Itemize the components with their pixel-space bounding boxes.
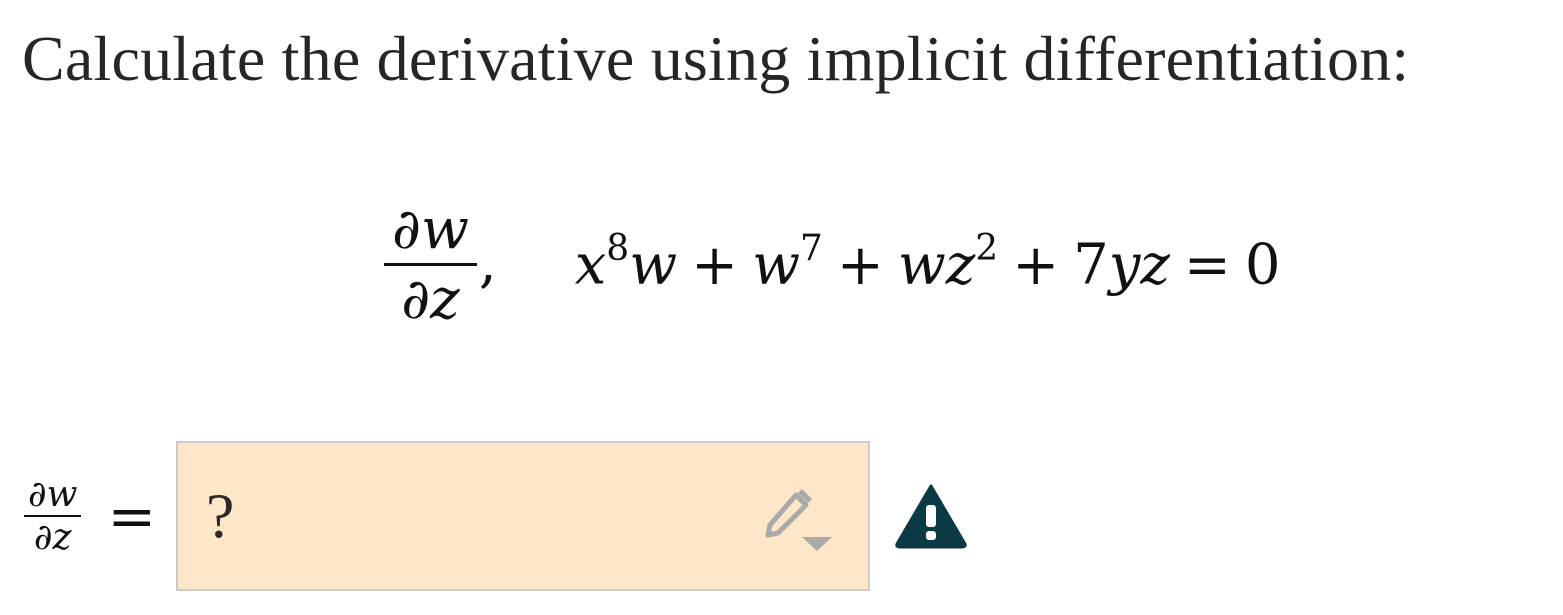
plus-sign: + [1012, 232, 1060, 298]
answer-value: ? [206, 480, 235, 551]
derivative-numerator: ∂w [392, 197, 469, 263]
answer-row: ∂w ∂z = ? [24, 438, 968, 594]
answer-input[interactable]: ? [176, 441, 871, 591]
equals-sign: = [1183, 232, 1231, 298]
rhs-zero: 0 [1244, 232, 1281, 298]
answer-label-denominator: ∂z [33, 516, 72, 558]
var-z: z [945, 232, 976, 298]
derivative-fraction: ∂w ∂z [384, 197, 477, 332]
problem-prompt: Calculate the derivative using implicit … [22, 23, 1410, 94]
var-w: w [752, 232, 800, 298]
plus-sign: + [691, 232, 739, 298]
implicit-equation: x8w + w7 + wz2 +7yz = 0 [574, 228, 1281, 298]
exp-z: 2 [975, 228, 999, 270]
var-x: x [574, 232, 607, 298]
answer-label-numerator: ∂w [28, 473, 78, 515]
fraction-bar [384, 262, 477, 266]
derivative-denominator: ∂z [401, 266, 460, 332]
pencil-dropdown-icon[interactable] [762, 489, 836, 557]
var-w: w [629, 232, 678, 298]
answer-label: ∂w ∂z [24, 473, 82, 558]
exp-w: 7 [800, 228, 823, 270]
var-w: w [897, 232, 946, 298]
exp-x: 8 [606, 228, 630, 270]
plus-sign: + [836, 232, 884, 298]
separator-comma: , [478, 230, 497, 295]
answer-equals-sign: = [107, 482, 157, 550]
warning-icon [894, 483, 968, 549]
var-yz: yz [1108, 232, 1170, 298]
problem-expression: ∂w ∂z , x8w + w7 + wz2 +7yz = 0 [384, 185, 1280, 345]
coefficient: 7 [1073, 232, 1109, 298]
